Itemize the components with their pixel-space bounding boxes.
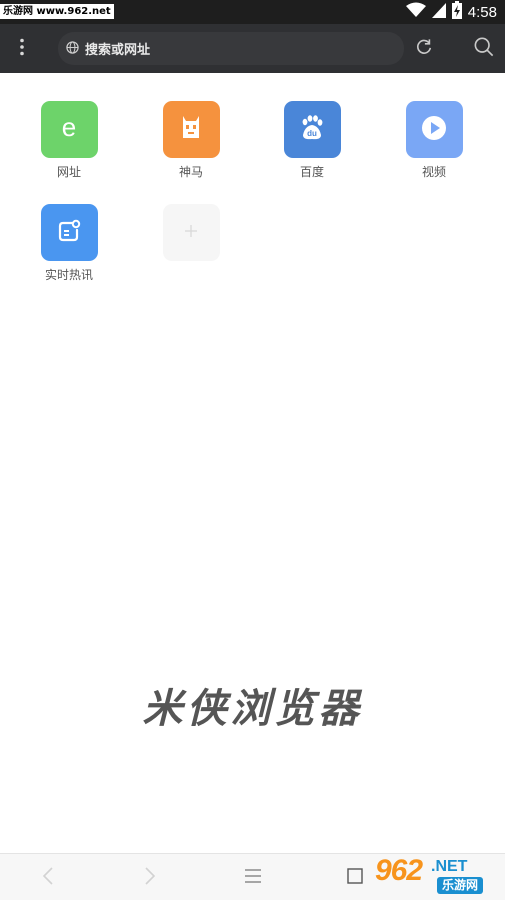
refresh-button[interactable]	[410, 34, 438, 64]
dial-item-baidu[interactable]: du 百度	[267, 101, 357, 180]
corner-watermark: 962 .NET 乐游网	[371, 854, 499, 898]
dial-item-news[interactable]: 实时热讯	[24, 204, 114, 283]
signal-icon	[431, 2, 446, 22]
watermark-domain: .NET	[431, 858, 468, 875]
add-icon	[184, 223, 198, 242]
forward-button[interactable]	[130, 862, 170, 894]
dial-tile	[40, 204, 98, 261]
e-letter-icon: e	[54, 112, 84, 147]
refresh-icon	[415, 38, 433, 60]
dial-item-wangzhi[interactable]: e 网址	[24, 101, 114, 180]
dial-tile	[405, 101, 463, 158]
dial-item-shipin[interactable]: 视频	[389, 101, 479, 180]
menu-button[interactable]	[8, 34, 36, 64]
dial-item-add[interactable]	[146, 204, 236, 261]
address-placeholder: 搜索或网址	[85, 43, 151, 58]
forward-icon	[144, 866, 156, 890]
watermark-name: 乐游网	[437, 877, 484, 894]
svg-text:du: du	[307, 129, 317, 138]
add-tile	[162, 204, 220, 261]
shenma-icon	[178, 113, 204, 147]
back-button[interactable]	[28, 862, 68, 894]
watermark-number: 962	[375, 854, 423, 887]
status-icons: 4:58	[405, 0, 497, 24]
svg-text:e: e	[62, 113, 76, 142]
search-icon	[474, 37, 494, 61]
dial-tile: e	[40, 101, 98, 158]
baidu-paw-icon: du	[297, 113, 327, 147]
news-icon	[55, 217, 83, 249]
wifi-icon	[405, 2, 426, 22]
brand-title: 米侠浏览器	[142, 685, 363, 732]
clock: 4:58	[467, 3, 497, 21]
tabs-icon	[347, 868, 363, 888]
menu-dots-icon	[19, 38, 25, 60]
dial-tile: du	[283, 101, 341, 158]
watermark-label: 乐游网 www.962.net	[0, 4, 114, 19]
dial-label: 网址	[56, 165, 81, 179]
tabs-button[interactable]	[335, 862, 375, 894]
menu-button-bottom[interactable]	[233, 862, 273, 894]
address-field[interactable]: 搜索或网址	[58, 32, 404, 65]
globe-icon	[66, 39, 79, 58]
dial-label: 实时热讯	[44, 268, 93, 282]
dial-label: 神马	[178, 165, 203, 179]
dial-label: 视频	[421, 165, 446, 179]
dial-item-shenma[interactable]: 神马	[146, 101, 236, 180]
play-icon	[420, 114, 448, 146]
search-button[interactable]	[470, 34, 498, 64]
dial-tile	[162, 101, 220, 158]
status-bar: 乐游网 www.962.net 4:58	[0, 0, 505, 24]
address-toolbar: 搜索或网址	[0, 24, 505, 73]
menu-icon	[244, 868, 262, 888]
battery-charging-icon	[451, 1, 462, 23]
back-icon	[42, 866, 54, 890]
dial-label: 百度	[299, 165, 324, 179]
